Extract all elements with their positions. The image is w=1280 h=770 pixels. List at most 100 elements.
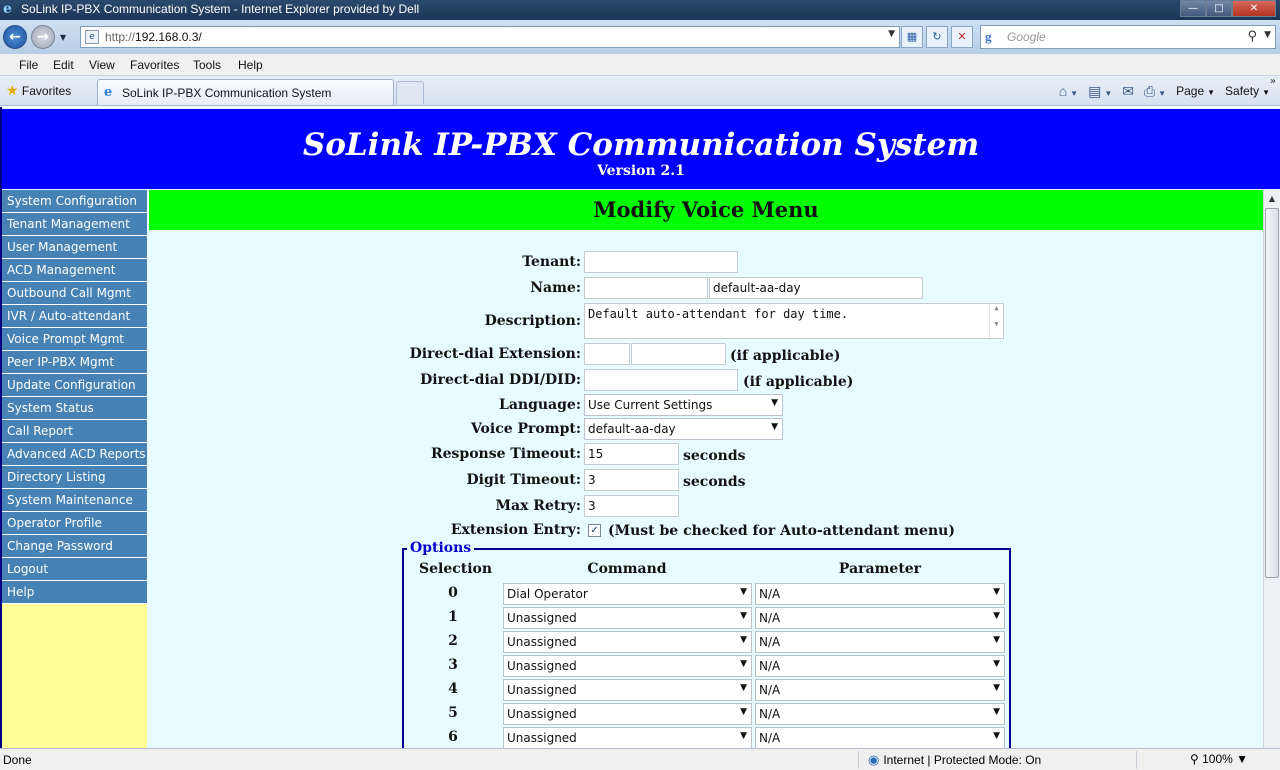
max-retry-field[interactable]: 3 (584, 495, 679, 517)
name-field[interactable]: default-aa-day (709, 277, 923, 299)
option-command-select[interactable]: Unassigned ▼ (503, 655, 752, 677)
back-button[interactable]: ← (3, 25, 27, 49)
option-command-select[interactable]: Unassigned ▼ (503, 679, 752, 701)
page-scrollbar[interactable]: ▲ (1263, 190, 1280, 748)
ie-tab-icon: e (104, 85, 113, 100)
language-select[interactable]: Use Current Settings ▼ (584, 394, 783, 416)
browser-tab[interactable]: e SoLink IP-PBX Communication System (97, 79, 394, 105)
sidebar-item-ivr-auto-attendant[interactable]: IVR / Auto-attendant (2, 305, 147, 328)
more-chevron-icon[interactable]: » (1270, 76, 1276, 87)
tenant-field[interactable] (584, 251, 738, 273)
sidebar-item-update-configuration[interactable]: Update Configuration (2, 374, 147, 397)
description-textarea[interactable]: Default auto-attendant for day time. ▲ ▼ (584, 303, 1004, 339)
direct-dial-ddi-label: Direct-dial DDI/DID: (420, 372, 581, 388)
option-parameter-select[interactable]: N/A ▼ (755, 607, 1005, 629)
direct-dial-extension-prefix-field[interactable] (584, 343, 630, 365)
option-command-select[interactable]: Unassigned ▼ (503, 607, 752, 629)
sidebar: System Configuration Tenant Management U… (2, 190, 147, 748)
history-dropdown-icon[interactable]: ▼ (60, 33, 66, 42)
menu-file[interactable]: File (19, 58, 38, 72)
safety-menu[interactable]: Safety ▼ (1225, 84, 1270, 98)
voice-prompt-select[interactable]: default-aa-day ▼ (584, 418, 783, 440)
sidebar-item-peer-ip-pbx-mgmt[interactable]: Peer IP-PBX Mgmt (2, 351, 147, 374)
page-menu[interactable]: Page ▼ (1176, 84, 1215, 98)
window-title-bar: e SoLink IP-PBX Communication System - I… (0, 0, 1280, 20)
sidebar-item-voice-prompt-mgmt[interactable]: Voice Prompt Mgmt (2, 328, 147, 351)
sidebar-item-outbound-call-mgmt[interactable]: Outbound Call Mgmt (2, 282, 147, 305)
chevron-down-icon: ▼ (740, 683, 747, 693)
option-command-select[interactable]: Unassigned ▼ (503, 703, 752, 725)
option-command-select[interactable]: Dial Operator ▼ (503, 583, 752, 605)
chevron-down-icon: ▼ (740, 731, 747, 741)
app-header: SoLink IP-PBX Communication System Versi… (2, 109, 1280, 189)
menu-favorites[interactable]: Favorites (130, 58, 179, 72)
command-column-header: Command (587, 561, 667, 577)
option-parameter-select[interactable]: N/A ▼ (755, 703, 1005, 725)
sidebar-item-operator-profile[interactable]: Operator Profile (2, 512, 147, 535)
sidebar-item-directory-listing[interactable]: Directory Listing (2, 466, 147, 489)
favorites-button[interactable]: ★ Favorites (6, 82, 71, 99)
address-bar[interactable]: e http://192.168.0.3/ ▼ (80, 26, 900, 48)
option-parameter-select[interactable]: N/A ▼ (755, 727, 1005, 748)
sidebar-item-user-management[interactable]: User Management (2, 236, 147, 259)
direct-dial-extension-note: (if applicable) (730, 348, 841, 364)
sidebar-item-logout[interactable]: Logout (2, 558, 147, 581)
menu-view[interactable]: View (89, 58, 115, 72)
chevron-down-icon: ▼ (771, 398, 778, 408)
search-dropdown-icon[interactable]: ▼ (1264, 30, 1271, 40)
sidebar-item-system-configuration[interactable]: System Configuration (2, 190, 147, 213)
refresh-icon[interactable]: ↻ (926, 26, 948, 48)
search-input[interactable]: Google (1007, 30, 1046, 44)
forward-button[interactable]: → (31, 25, 55, 49)
sidebar-item-advanced-acd-reports[interactable]: Advanced ACD Reports (2, 443, 147, 466)
response-timeout-field[interactable]: 15 (584, 443, 679, 465)
web-page: SoLink IP-PBX Communication System Versi… (0, 107, 1280, 748)
search-icon[interactable]: ⚲ (1247, 29, 1257, 44)
ie-logo-icon: e (3, 1, 12, 17)
option-parameter-select[interactable]: N/A ▼ (755, 631, 1005, 653)
security-zone[interactable]: ◉ Internet | Protected Mode: On (868, 752, 1041, 768)
search-box[interactable]: g Google ⚲ ▼ (980, 25, 1276, 49)
address-dropdown-icon[interactable]: ▼ (888, 29, 895, 39)
feeds-icon[interactable]: ▤ ▼ (1088, 83, 1112, 100)
sidebar-item-system-maintenance[interactable]: System Maintenance (2, 489, 147, 512)
tab-title: SoLink IP-PBX Communication System (122, 86, 332, 100)
menu-help[interactable]: Help (238, 58, 263, 72)
textarea-scrollbar[interactable]: ▲ ▼ (989, 304, 1003, 338)
chevron-down-icon: ▼ (993, 659, 1000, 669)
maximize-icon[interactable]: □ (1206, 0, 1232, 17)
sidebar-item-help[interactable]: Help (2, 581, 147, 604)
sidebar-item-tenant-management[interactable]: Tenant Management (2, 213, 147, 236)
direct-dial-extension-field[interactable] (631, 343, 726, 365)
option-row-selection: 1 (448, 609, 458, 625)
google-icon: g (985, 29, 992, 44)
sidebar-item-system-status[interactable]: System Status (2, 397, 147, 420)
mail-icon[interactable]: ✉ (1122, 83, 1134, 100)
sidebar-item-change-password[interactable]: Change Password (2, 535, 147, 558)
scroll-up-icon[interactable]: ▲ (1264, 190, 1280, 207)
new-tab-button[interactable] (396, 81, 424, 104)
scroll-thumb[interactable] (1265, 208, 1279, 578)
option-parameter-select[interactable]: N/A ▼ (755, 655, 1005, 677)
menu-tools[interactable]: Tools (193, 58, 221, 72)
print-icon[interactable]: ⎙ ▼ (1144, 83, 1166, 100)
stop-icon[interactable]: ✕ (951, 26, 973, 48)
sidebar-item-acd-management[interactable]: ACD Management (2, 259, 147, 282)
compatibility-view-icon[interactable]: ▦ (901, 26, 923, 48)
extension-entry-checkbox[interactable]: ✓ (588, 524, 601, 537)
name-prefix-field[interactable] (584, 277, 708, 299)
option-parameter-select[interactable]: N/A ▼ (755, 679, 1005, 701)
address-url[interactable]: http://192.168.0.3/ (105, 30, 202, 44)
option-command-select[interactable]: Unassigned ▼ (503, 727, 752, 748)
option-parameter-select[interactable]: N/A ▼ (755, 583, 1005, 605)
minimize-icon[interactable]: — (1180, 0, 1206, 17)
direct-dial-ddi-field[interactable] (584, 369, 738, 391)
digit-timeout-field[interactable]: 3 (584, 469, 679, 491)
sidebar-item-call-report[interactable]: Call Report (2, 420, 147, 443)
close-icon[interactable]: ✕ (1232, 0, 1276, 17)
home-icon[interactable]: ⌂ ▼ (1059, 83, 1078, 99)
menu-edit[interactable]: Edit (53, 58, 74, 72)
zoom-level[interactable]: ⚲ 100% ▼ (1190, 752, 1248, 766)
star-icon: ★ (6, 82, 19, 98)
option-command-select[interactable]: Unassigned ▼ (503, 631, 752, 653)
